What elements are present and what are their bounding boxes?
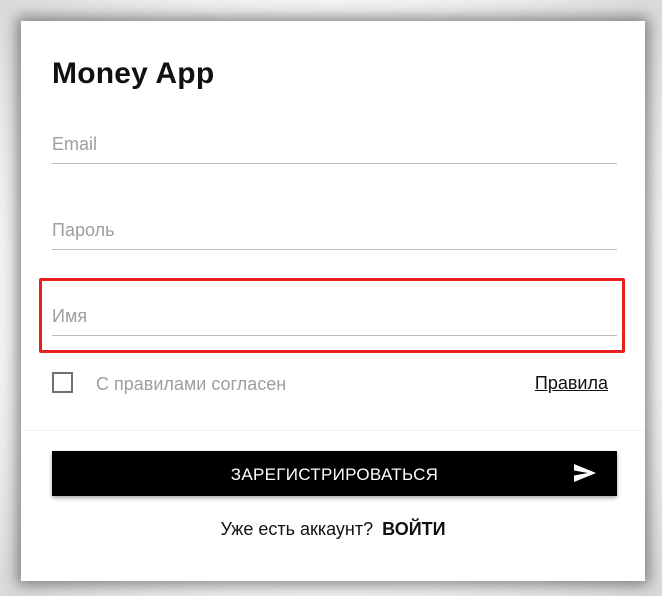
send-icon	[574, 464, 596, 482]
password-input[interactable]	[52, 215, 617, 245]
password-field	[52, 215, 617, 250]
email-input[interactable]	[52, 129, 617, 159]
login-row: Уже есть аккаунт? ВОЙТИ	[21, 519, 645, 540]
agree-label: С правилами согласен	[96, 374, 287, 394]
agree-row: С правилами согласен Правила	[52, 372, 617, 396]
register-button-label: ЗАРЕГИСТРИРОВАТЬСЯ	[230, 465, 439, 484]
name-input[interactable]	[52, 301, 617, 331]
login-prompt: Уже есть аккаунт?	[220, 519, 374, 539]
email-field	[52, 129, 617, 164]
page-background: Money App С правилами согласен Правила З…	[0, 0, 662, 596]
login-link[interactable]: ВОЙТИ	[382, 519, 445, 539]
name-field	[52, 301, 617, 336]
signup-card: Money App С правилами согласен Правила З…	[21, 21, 645, 581]
agree-checkbox[interactable]	[52, 372, 73, 393]
rules-link[interactable]: Правила	[535, 373, 608, 394]
register-button[interactable]: ЗАРЕГИСТРИРОВАТЬСЯ	[52, 451, 617, 496]
divider	[21, 430, 645, 431]
app-title: Money App	[52, 57, 215, 90]
